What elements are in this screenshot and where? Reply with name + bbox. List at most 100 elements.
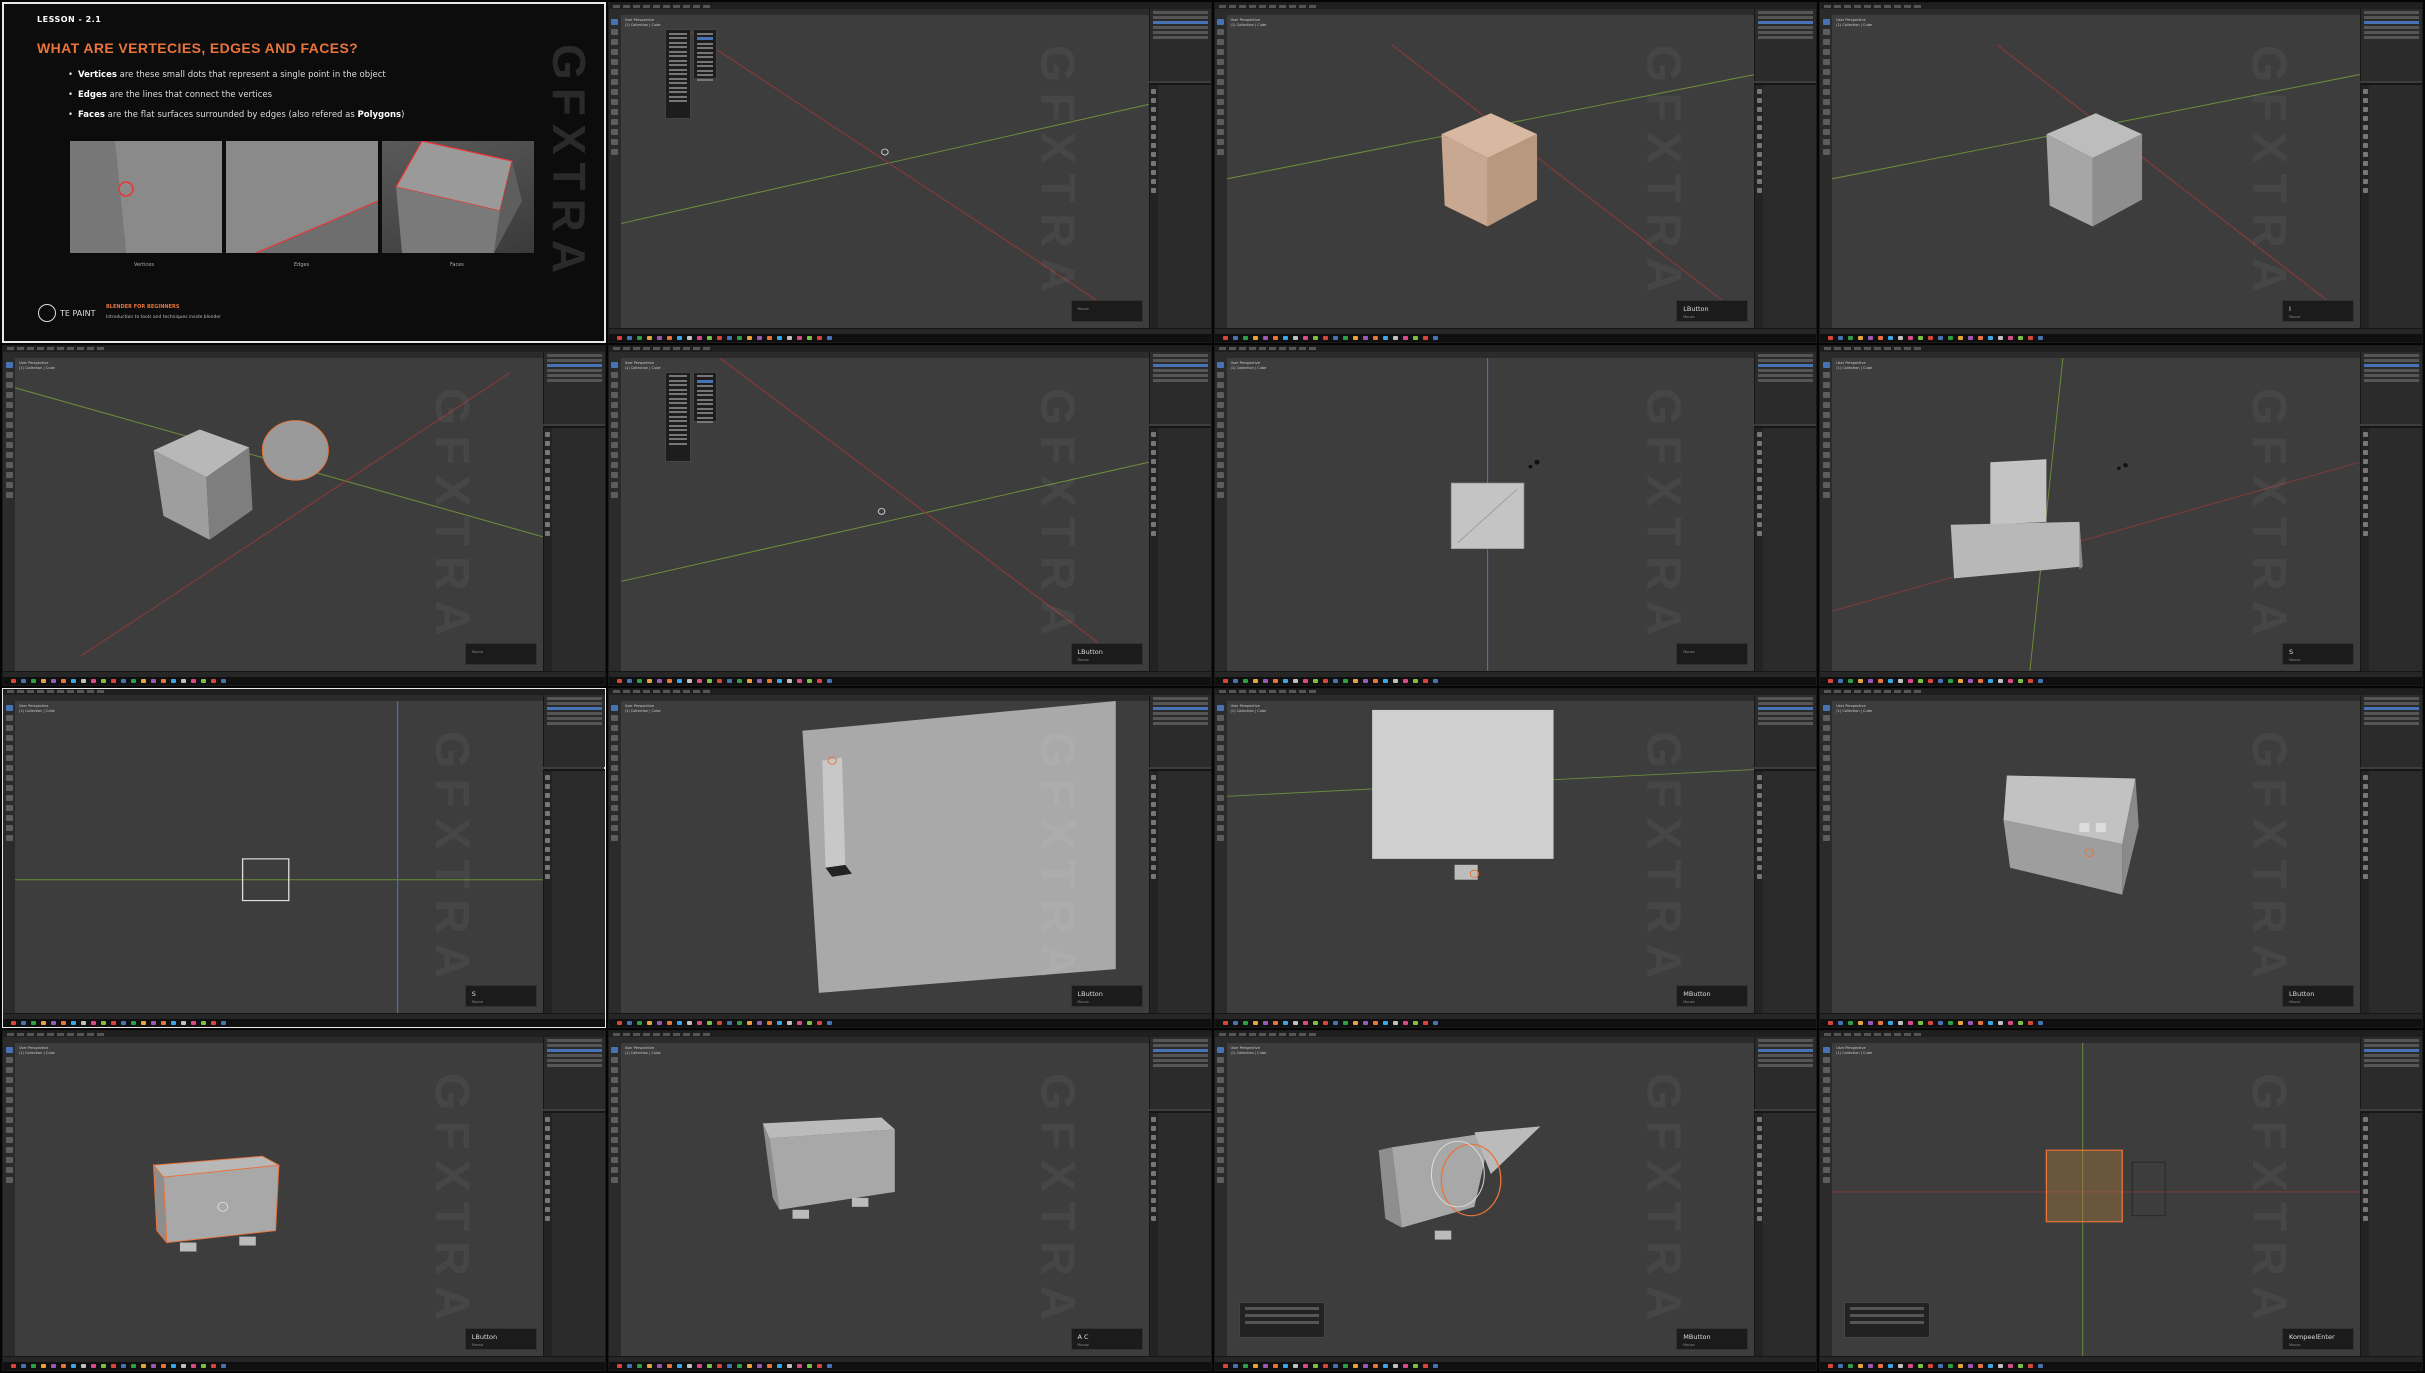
tool-shelf[interactable] — [1820, 700, 1833, 1014]
operator-panel[interactable] — [1238, 1302, 1325, 1338]
tool-shelf[interactable] — [3, 357, 15, 671]
3d-viewport[interactable]: User Perspective (1) Collection | Cube GF… — [1832, 15, 2360, 328]
os-taskbar[interactable] — [1820, 676, 2422, 685]
properties-tabs[interactable] — [1755, 85, 1764, 328]
properties-tabs[interactable] — [543, 1113, 552, 1356]
tool-shelf[interactable] — [608, 700, 621, 1014]
3d-viewport[interactable]: User Perspective (1) Collection | Cube GF… — [1832, 357, 2360, 671]
blender-frame[interactable]: User Perspective (1) Collection | Cube GF… — [1213, 344, 1818, 686]
add-submenu[interactable] — [692, 371, 717, 424]
outliner-panel[interactable] — [1148, 1037, 1211, 1110]
outliner-panel[interactable] — [542, 694, 605, 767]
properties-panel[interactable] — [542, 425, 605, 671]
blender-frame[interactable]: User Perspective (1) Collection | Cube GF… — [1213, 687, 1818, 1029]
blender-frame[interactable]: User Perspective (1) Collection | Cube GF… — [1213, 1030, 1818, 1371]
blender-frame[interactable]: User Perspective (1) Collection | Cube GF… — [1819, 687, 2423, 1029]
outliner-panel[interactable] — [1754, 1037, 1817, 1110]
properties-tabs[interactable] — [2361, 85, 2369, 328]
tool-shelf[interactable] — [3, 1043, 15, 1356]
blender-frame[interactable]: User Perspective (1) Collection | Cube GF… — [1819, 2, 2423, 343]
properties-panel[interactable] — [1148, 768, 1211, 1014]
properties-tabs[interactable] — [1755, 427, 1764, 671]
properties-tabs[interactable] — [1149, 85, 1158, 328]
3d-viewport[interactable]: User Perspective (1) Collection | Cube GF… — [620, 357, 1149, 671]
tool-shelf[interactable] — [1820, 357, 1833, 671]
tool-shelf[interactable] — [608, 357, 621, 671]
3d-viewport[interactable]: User Perspective (1) Collection | Cube GF… — [15, 700, 543, 1014]
properties-panel[interactable] — [542, 1111, 605, 1356]
3d-viewport[interactable]: User Perspective (1) Collection | Cube GF… — [620, 700, 1149, 1014]
blender-frame[interactable]: User Perspective (1) Collection | Cube GF… — [2, 344, 606, 686]
properties-panel[interactable] — [1148, 83, 1211, 328]
properties-tabs[interactable] — [543, 770, 552, 1014]
os-taskbar[interactable] — [1214, 1362, 1817, 1370]
outliner-panel[interactable] — [2360, 9, 2422, 81]
3d-viewport[interactable]: User Perspective (1) Collection | Cube GF… — [620, 15, 1149, 328]
blender-frame[interactable]: User Perspective (1) Collection | Cube GF… — [607, 2, 1212, 343]
outliner-panel[interactable] — [542, 351, 605, 424]
3d-viewport[interactable]: User Perspective (1) Collection | Cube GF… — [1226, 1043, 1755, 1356]
properties-panel[interactable] — [1148, 1111, 1211, 1356]
properties-tabs[interactable] — [543, 427, 552, 671]
properties-tabs[interactable] — [2361, 427, 2369, 671]
outliner-panel[interactable] — [1148, 9, 1211, 81]
outliner-panel[interactable] — [1148, 694, 1211, 767]
properties-panel[interactable] — [1754, 425, 1817, 671]
3d-viewport[interactable]: User Perspective (1) Collection | Cube GF… — [620, 1043, 1149, 1356]
properties-panel[interactable] — [2360, 768, 2422, 1014]
blender-frame[interactable]: User Perspective (1) Collection | Cube GF… — [2, 687, 606, 1029]
tool-shelf[interactable] — [608, 15, 621, 328]
properties-tabs[interactable] — [1149, 770, 1158, 1014]
3d-viewport[interactable]: User Perspective (1) Collection | Cube GF… — [1226, 700, 1755, 1014]
properties-panel[interactable] — [2360, 425, 2422, 671]
os-taskbar[interactable] — [3, 676, 605, 685]
tool-shelf[interactable] — [1214, 15, 1227, 328]
outliner-panel[interactable] — [1754, 351, 1817, 424]
tool-shelf[interactable] — [1820, 1043, 1833, 1356]
properties-panel[interactable] — [1148, 425, 1211, 671]
outliner-panel[interactable] — [1754, 9, 1817, 81]
outliner-panel[interactable] — [542, 1037, 605, 1110]
3d-viewport[interactable]: User Perspective (1) Collection | Cube GF… — [1226, 357, 1755, 671]
blender-frame[interactable]: User Perspective (1) Collection | Cube GF… — [607, 1030, 1212, 1371]
3d-viewport[interactable]: User Perspective (1) Collection | Cube GF… — [1832, 1043, 2360, 1356]
properties-panel[interactable] — [1754, 83, 1817, 328]
os-taskbar[interactable] — [3, 1019, 605, 1028]
os-taskbar[interactable] — [608, 1362, 1211, 1370]
properties-tabs[interactable] — [1149, 427, 1158, 671]
tool-shelf[interactable] — [1214, 1043, 1227, 1356]
properties-tabs[interactable] — [2361, 1113, 2369, 1356]
os-taskbar[interactable] — [1214, 676, 1817, 685]
properties-panel[interactable] — [1754, 768, 1817, 1014]
properties-panel[interactable] — [542, 768, 605, 1014]
blender-frame[interactable]: User Perspective (1) Collection | Cube GF… — [1819, 344, 2423, 686]
add-menu[interactable] — [664, 371, 691, 462]
tool-shelf[interactable] — [1214, 357, 1227, 671]
blender-frame[interactable]: User Perspective (1) Collection | Cube GF… — [607, 687, 1212, 1029]
outliner-panel[interactable] — [2360, 694, 2422, 767]
properties-tabs[interactable] — [1755, 1113, 1764, 1356]
os-taskbar[interactable] — [608, 676, 1211, 685]
properties-panel[interactable] — [1754, 1111, 1817, 1356]
os-taskbar[interactable] — [608, 333, 1211, 342]
outliner-panel[interactable] — [2360, 351, 2422, 424]
3d-viewport[interactable]: User Perspective (1) Collection | Cube GF… — [1832, 700, 2360, 1014]
properties-panel[interactable] — [2360, 1111, 2422, 1356]
outliner-panel[interactable] — [1148, 351, 1211, 424]
blender-frame[interactable]: User Perspective (1) Collection | Cube GF… — [607, 344, 1212, 686]
tool-shelf[interactable] — [1820, 15, 1833, 328]
tool-shelf[interactable] — [608, 1043, 621, 1356]
outliner-panel[interactable] — [2360, 1037, 2422, 1110]
os-taskbar[interactable] — [1214, 333, 1817, 342]
properties-panel[interactable] — [2360, 83, 2422, 328]
os-taskbar[interactable] — [3, 1362, 605, 1370]
os-taskbar[interactable] — [608, 1019, 1211, 1028]
tool-shelf[interactable] — [1214, 700, 1227, 1014]
3d-viewport[interactable]: User Perspective (1) Collection | Cube GF… — [15, 357, 543, 671]
os-taskbar[interactable] — [1820, 1019, 2422, 1028]
operator-panel[interactable] — [1844, 1302, 1931, 1338]
properties-tabs[interactable] — [1755, 770, 1764, 1014]
os-taskbar[interactable] — [1820, 333, 2422, 342]
blender-frame[interactable]: User Perspective (1) Collection | Cube GF… — [1213, 2, 1818, 343]
properties-tabs[interactable] — [2361, 770, 2369, 1014]
